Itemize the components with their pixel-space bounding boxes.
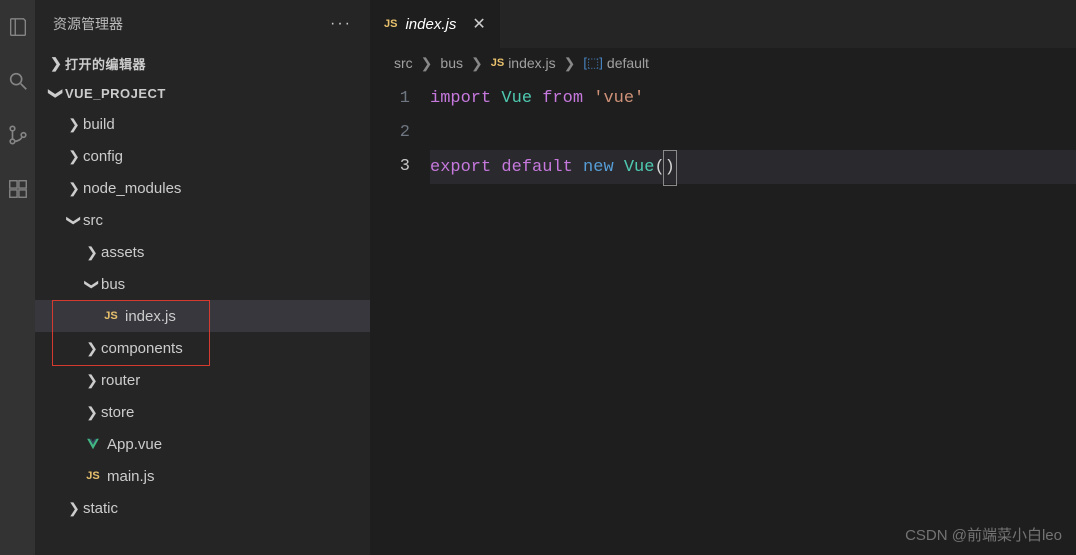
extensions-icon[interactable] xyxy=(6,177,30,201)
js-file-icon: JS xyxy=(491,57,504,69)
chevron-down-icon: ❯ xyxy=(48,84,65,102)
chevron-right-icon: ❯ xyxy=(65,180,83,197)
chevron-down-icon: ❯ xyxy=(66,211,83,229)
chevron-right-icon: ❯ xyxy=(83,244,101,261)
chevron-right-icon: ❯ xyxy=(83,404,101,421)
code-line-2[interactable] xyxy=(430,116,1076,150)
folder-store[interactable]: ❯ store xyxy=(35,396,370,428)
folder-node-modules[interactable]: ❯ node_modules xyxy=(35,172,370,204)
editor-tabs: JS index.js ✕ xyxy=(370,0,1076,48)
js-file-icon: JS xyxy=(101,310,121,322)
tab-label: index.js xyxy=(405,16,456,33)
file-app-vue[interactable]: App.vue xyxy=(35,428,370,460)
editor-area: JS index.js ✕ src ❯ bus ❯ JS index.js ❯ … xyxy=(370,0,1076,555)
watermark: CSDN @前端菜小白leo xyxy=(905,524,1062,545)
file-tree: ❯ 打开的编辑器 ❯ VUE_PROJECT ❯ build ❯ config … xyxy=(35,48,370,555)
breadcrumb-file[interactable]: JS index.js xyxy=(491,55,556,71)
js-file-icon: JS xyxy=(83,470,103,482)
code-editor[interactable]: 1 2 3 import Vue from 'vue' export defau… xyxy=(370,78,1076,184)
breadcrumb-symbol[interactable]: [⬚] default xyxy=(583,55,649,71)
sidebar-header: 资源管理器 ··· xyxy=(35,0,370,48)
js-file-icon: JS xyxy=(384,18,397,30)
folder-src[interactable]: ❯ src xyxy=(35,204,370,236)
sidebar: 资源管理器 ··· ❯ 打开的编辑器 ❯ VUE_PROJECT ❯ build… xyxy=(35,0,370,555)
project-section[interactable]: ❯ VUE_PROJECT xyxy=(35,78,370,108)
open-editors-section[interactable]: ❯ 打开的编辑器 xyxy=(35,48,370,78)
files-icon[interactable] xyxy=(6,15,30,39)
code-line-3[interactable]: export default new Vue() xyxy=(430,150,1076,184)
chevron-right-icon: ❯ xyxy=(83,372,101,389)
file-main-js[interactable]: JS main.js xyxy=(35,460,370,492)
source-control-icon[interactable] xyxy=(6,123,30,147)
folder-config[interactable]: ❯ config xyxy=(35,140,370,172)
folder-components[interactable]: ❯ components xyxy=(35,332,370,364)
breadcrumbs[interactable]: src ❯ bus ❯ JS index.js ❯ [⬚] default xyxy=(370,48,1076,78)
search-icon[interactable] xyxy=(6,69,30,93)
folder-build[interactable]: ❯ build xyxy=(35,108,370,140)
file-index-js[interactable]: JS index.js xyxy=(35,300,370,332)
activity-bar xyxy=(0,0,35,555)
line-numbers: 1 2 3 xyxy=(370,82,430,184)
breadcrumb-bus[interactable]: bus xyxy=(440,55,463,71)
tab-index-js[interactable]: JS index.js ✕ xyxy=(370,0,500,48)
chevron-right-icon: ❯ xyxy=(83,340,101,357)
folder-bus[interactable]: ❯ bus xyxy=(35,268,370,300)
chevron-right-icon: ❯ xyxy=(471,55,483,72)
close-icon[interactable]: ✕ xyxy=(472,14,485,34)
sidebar-title: 资源管理器 xyxy=(53,14,123,34)
folder-static[interactable]: ❯ static xyxy=(35,492,370,524)
chevron-right-icon: ❯ xyxy=(421,55,433,72)
chevron-right-icon: ❯ xyxy=(65,500,83,517)
folder-router[interactable]: ❯ router xyxy=(35,364,370,396)
breadcrumb-src[interactable]: src xyxy=(394,55,413,71)
folder-assets[interactable]: ❯ assets xyxy=(35,236,370,268)
vue-file-icon xyxy=(83,437,103,451)
symbol-icon: [⬚] xyxy=(583,55,603,71)
chevron-down-icon: ❯ xyxy=(84,275,101,293)
code-content[interactable]: import Vue from 'vue' export default new… xyxy=(430,82,1076,184)
chevron-right-icon: ❯ xyxy=(65,148,83,165)
code-line-1[interactable]: import Vue from 'vue' xyxy=(430,82,1076,116)
chevron-right-icon: ❯ xyxy=(65,116,83,133)
chevron-right-icon: ❯ xyxy=(564,55,576,72)
chevron-right-icon: ❯ xyxy=(47,55,65,72)
more-actions-icon[interactable]: ··· xyxy=(330,15,352,33)
